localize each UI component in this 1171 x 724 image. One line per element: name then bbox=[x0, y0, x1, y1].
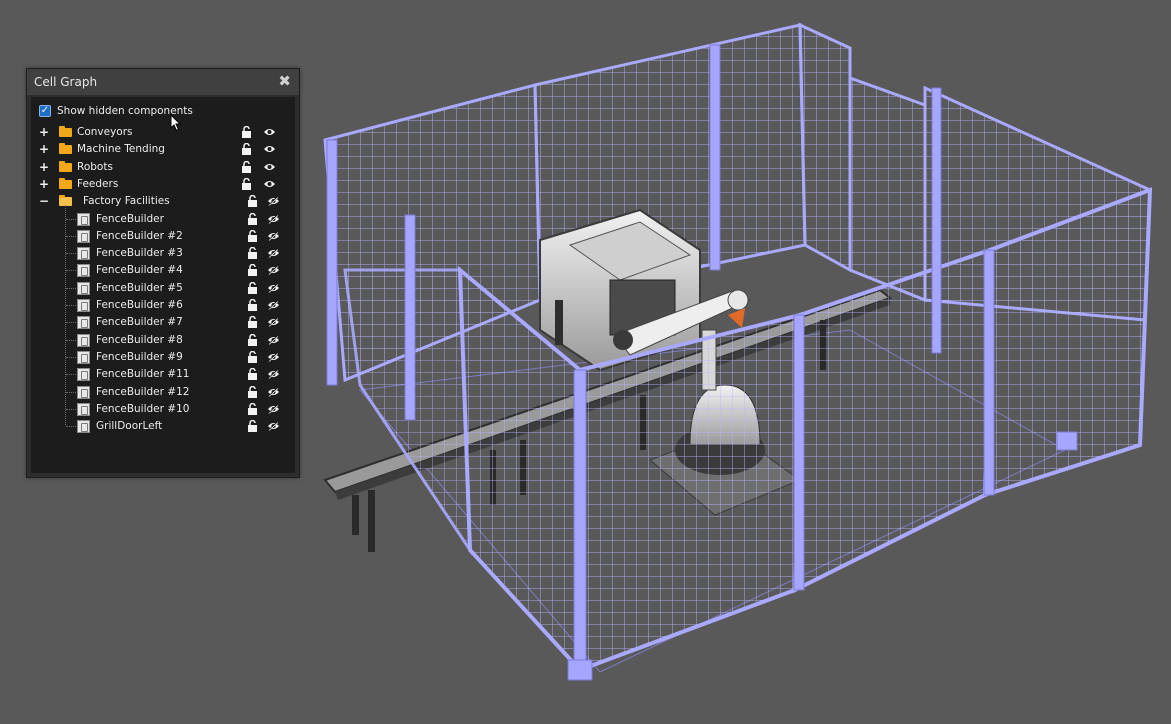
panel-header: Cell Graph ✖ bbox=[27, 69, 299, 95]
tree-component-row[interactable]: FenceBuilder #12 bbox=[31, 384, 291, 401]
tree-component-row[interactable]: FenceBuilder #4 bbox=[31, 262, 291, 279]
tree-branch bbox=[66, 253, 76, 255]
tree-branch bbox=[66, 426, 76, 428]
tree-folder-row[interactable]: − Factory Facilities bbox=[31, 193, 291, 210]
tree-component-row[interactable]: FenceBuilder #5 bbox=[31, 280, 291, 297]
panel-title: Cell Graph bbox=[34, 75, 98, 89]
tree-folder-label: Machine Tending bbox=[77, 143, 165, 156]
tree-branch bbox=[66, 270, 76, 272]
component-icon bbox=[77, 212, 90, 226]
expander-icon[interactable]: + bbox=[39, 141, 49, 158]
tree-component-label: FenceBuilder #12 bbox=[96, 385, 190, 398]
cell-graph-panel: Cell Graph ✖ ✓ Show hidden components + C… bbox=[26, 68, 300, 478]
show-hidden-toggle[interactable]: ✓ Show hidden components bbox=[31, 103, 291, 120]
expander-icon[interactable]: + bbox=[39, 176, 49, 193]
tree-folder-label: Robots bbox=[77, 160, 113, 173]
tree-component-row[interactable]: FenceBuilder #3 bbox=[31, 245, 291, 262]
tree-component-label: FenceBuilder #11 bbox=[96, 368, 190, 381]
tree-component-row[interactable]: GrillDoorLeft bbox=[31, 418, 291, 435]
tree-branch bbox=[66, 408, 76, 410]
tree-branch bbox=[66, 322, 76, 324]
tree-component-row[interactable]: FenceBuilder #11 bbox=[31, 366, 291, 383]
component-tree: ✓ Show hidden components + Conveyors + Mach… bbox=[31, 97, 295, 473]
component-icon bbox=[77, 420, 90, 434]
component-icon bbox=[77, 368, 90, 382]
tree-branch bbox=[66, 391, 76, 393]
component-icon bbox=[77, 247, 90, 261]
folder-icon bbox=[59, 143, 72, 155]
component-icon bbox=[77, 333, 90, 347]
component-icon bbox=[77, 281, 90, 295]
component-icon bbox=[77, 299, 90, 312]
tree-branch bbox=[66, 235, 76, 237]
tree-component-label: FenceBuilder #3 bbox=[96, 247, 183, 260]
expander-icon[interactable]: + bbox=[39, 159, 49, 176]
tree-component-label: GrillDoorLeft bbox=[96, 420, 163, 433]
tree-component-row[interactable]: FenceBuilder #2 bbox=[31, 228, 291, 245]
folder-icon bbox=[59, 160, 72, 172]
component-icon bbox=[77, 264, 90, 278]
tree-component-label: FenceBuilder #7 bbox=[96, 316, 183, 329]
tree-component-row[interactable]: FenceBuilder #7 bbox=[31, 314, 291, 331]
component-icon bbox=[77, 402, 90, 416]
tree-folder-label: Factory Facilities bbox=[83, 195, 170, 208]
show-hidden-checkbox[interactable]: ✓ bbox=[39, 105, 51, 117]
folder-icon bbox=[59, 177, 72, 189]
tree-folder-row[interactable]: + Feeders bbox=[31, 176, 291, 193]
tree-branch bbox=[66, 305, 76, 306]
tree-component-label: FenceBuilder #10 bbox=[96, 402, 190, 415]
tree-branch bbox=[66, 287, 76, 289]
component-icon bbox=[77, 385, 90, 399]
tree-component-label: FenceBuilder #9 bbox=[96, 350, 183, 363]
tree-component-row[interactable]: FenceBuilder bbox=[31, 211, 291, 228]
tree-branch bbox=[66, 374, 76, 376]
tree-component-label: FenceBuilder #5 bbox=[96, 281, 183, 294]
tree-branch bbox=[66, 218, 76, 220]
component-icon bbox=[77, 316, 90, 330]
expander-icon[interactable]: + bbox=[39, 124, 49, 141]
expander-icon[interactable]: − bbox=[39, 193, 49, 210]
tree-component-label: FenceBuilder #8 bbox=[96, 333, 183, 346]
tree-folder-label: Feeders bbox=[77, 177, 119, 190]
close-icon[interactable]: ✖ bbox=[278, 72, 291, 90]
tree-branch bbox=[66, 339, 76, 341]
tree-component-label: FenceBuilder #6 bbox=[96, 299, 183, 311]
folder-icon bbox=[59, 126, 72, 137]
tree-component-row[interactable]: FenceBuilder #8 bbox=[31, 332, 291, 349]
tree-component-label: FenceBuilder #4 bbox=[96, 264, 183, 277]
tree-component-row[interactable]: FenceBuilder #6 bbox=[31, 297, 291, 314]
tree-component-row[interactable]: FenceBuilder #9 bbox=[31, 349, 291, 366]
tree-folder-row[interactable]: + Conveyors bbox=[31, 124, 291, 141]
tree-branch bbox=[66, 356, 76, 358]
tree-folder-label: Conveyors bbox=[77, 126, 133, 138]
tree-component-label: FenceBuilder bbox=[96, 212, 164, 225]
tree-folder-row[interactable]: + Robots bbox=[31, 159, 291, 176]
tree-component-label: FenceBuilder #2 bbox=[96, 229, 183, 242]
component-icon bbox=[77, 350, 90, 364]
mouse-pointer-icon bbox=[170, 114, 182, 132]
tree-folder-row[interactable]: + Machine Tending bbox=[31, 141, 291, 158]
tree-component-row[interactable]: FenceBuilder #10 bbox=[31, 401, 291, 418]
component-icon bbox=[77, 229, 90, 243]
